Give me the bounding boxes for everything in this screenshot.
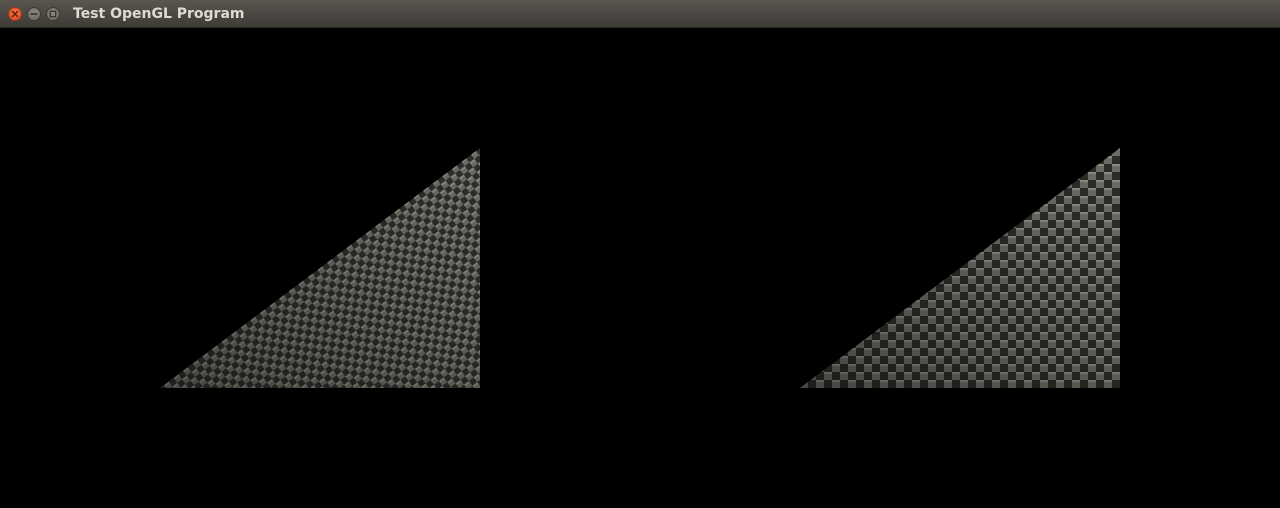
minimize-button[interactable]: [27, 7, 41, 21]
triangle-right: [800, 148, 1120, 388]
window-title: Test OpenGL Program: [73, 6, 245, 22]
opengl-viewport[interactable]: [0, 28, 1280, 508]
maximize-button[interactable]: [46, 7, 60, 21]
minimize-icon: [30, 13, 38, 15]
title-bar[interactable]: Test OpenGL Program: [0, 0, 1280, 28]
close-icon: [11, 10, 19, 18]
close-button[interactable]: [8, 7, 22, 21]
triangle-left: [160, 148, 480, 388]
app-window: Test OpenGL Program: [0, 0, 1280, 508]
maximize-icon: [49, 10, 57, 18]
